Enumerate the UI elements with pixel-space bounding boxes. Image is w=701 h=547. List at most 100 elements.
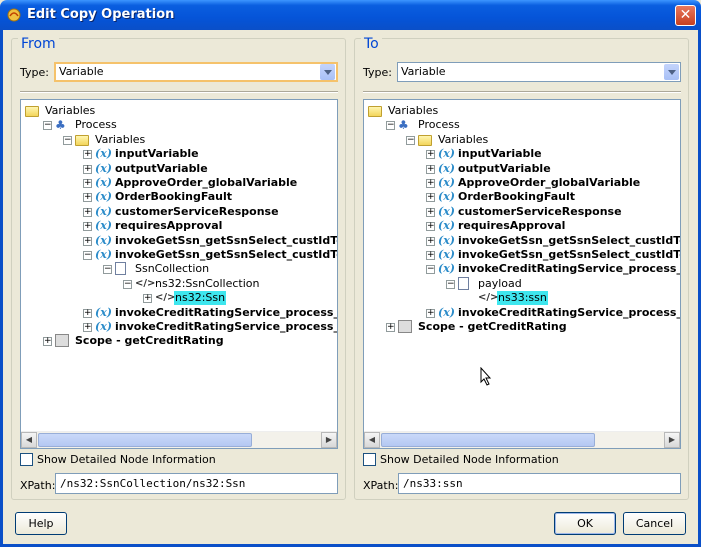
tree-node[interactable]: (x)invokeGetSsn_getSsnSelect_custIdToGet (438, 248, 680, 262)
tree-node-label: invokeGetSsn_getSsnSelect_custIdToGet (458, 248, 680, 261)
tree-node[interactable]: </>ns32:SsnCollection (135, 277, 261, 291)
tree-node[interactable]: Scope - getCreditRating (55, 334, 225, 348)
expand-icon[interactable]: + (386, 323, 395, 332)
expand-icon[interactable]: + (426, 308, 435, 318)
expand-icon[interactable]: + (83, 164, 92, 174)
variable-icon: (x) (438, 161, 455, 175)
collapse-icon[interactable]: − (426, 265, 435, 275)
tree-node[interactable]: ♣ Process (398, 118, 461, 132)
scroll-right-icon[interactable]: ▶ (321, 432, 337, 448)
variable-icon: (x) (95, 190, 112, 204)
expand-icon[interactable]: + (83, 308, 92, 318)
chevron-down-icon[interactable] (664, 64, 679, 80)
from-scroll-thumb[interactable] (38, 433, 252, 447)
from-show-detail-checkbox[interactable] (20, 453, 33, 466)
tree-node[interactable]: (x) requiresApproval (438, 219, 566, 233)
tree-node-label: Scope - getCreditRating (75, 334, 224, 348)
tree-node-label: Process (75, 118, 117, 132)
tree-node[interactable]: (x)invokeGetSsn_getSsnSelect_custIdToGet (95, 248, 337, 262)
tree-node[interactable]: (x)invokeCreditRatingService_process_Out… (95, 320, 337, 334)
tree-node[interactable]: </>ns33:ssn (478, 291, 548, 306)
expand-icon[interactable]: + (83, 236, 92, 246)
tree-node[interactable]: (x) customerServiceResponse (438, 205, 623, 219)
tree-node[interactable]: Variables (368, 104, 439, 118)
collapse-icon[interactable]: − (103, 265, 112, 275)
tree-node-label: ApproveOrder_globalVariable (458, 176, 641, 189)
to-scroll-thumb[interactable] (381, 433, 595, 447)
expand-icon[interactable]: + (426, 222, 435, 232)
tree-node-label: customerServiceResponse (115, 204, 279, 218)
tree-node[interactable]: (x)invokeCreditRatingService_process_Inp… (438, 262, 680, 276)
scroll-left-icon[interactable]: ◀ (21, 432, 37, 448)
expand-icon[interactable]: + (143, 294, 152, 304)
tree-node[interactable]: (x)invokeCreditRatingService_process_Out… (438, 305, 680, 320)
expand-icon[interactable]: + (426, 179, 435, 188)
expand-icon[interactable]: + (83, 150, 92, 160)
help-button[interactable]: Help (15, 512, 67, 535)
from-horizontal-scrollbar[interactable]: ◀ ▶ (21, 431, 337, 448)
tree-node[interactable]: ♣ Process (55, 118, 118, 132)
tree-node[interactable]: payload (458, 276, 523, 291)
tree-node-label: invokeCreditRatingService_process_Output (458, 305, 680, 319)
from-xpath-field[interactable]: /ns32:SsnCollection/ns32:Ssn (55, 473, 338, 494)
collapse-icon[interactable]: − (446, 279, 455, 289)
variable-icon: (x) (438, 204, 455, 218)
tree-node-label: Scope - getCreditRating (418, 320, 567, 333)
from-type-select[interactable]: Variable (54, 62, 338, 82)
variable-icon: (x) (438, 190, 455, 204)
expand-icon[interactable]: + (43, 337, 52, 347)
to-xpath-field[interactable]: /ns33:ssn (398, 473, 681, 494)
tree-node[interactable]: (x) outputVariable (438, 162, 552, 176)
chevron-down-icon[interactable] (320, 64, 335, 80)
variable-icon: (x) (438, 147, 455, 161)
expand-icon[interactable]: + (83, 179, 92, 188)
expand-icon[interactable]: + (426, 164, 435, 174)
ok-button[interactable]: OK (554, 512, 616, 535)
to-show-detail-checkbox[interactable] (363, 453, 376, 466)
tree-node[interactable]: Variables (75, 133, 146, 147)
expand-icon[interactable]: + (83, 323, 92, 332)
expand-icon[interactable]: + (426, 251, 435, 260)
tree-node[interactable]: (x) customerServiceResponse (95, 205, 280, 219)
collapse-icon[interactable]: − (123, 279, 132, 289)
expand-icon[interactable]: + (83, 193, 92, 203)
expand-icon[interactable]: + (426, 207, 435, 217)
collapse-icon[interactable]: − (43, 121, 52, 131)
expand-icon[interactable]: + (83, 207, 92, 217)
tree-node[interactable]: Scope - getCreditRating (398, 320, 568, 334)
tree-node-label: invokeCreditRatingService_process_Output (115, 320, 337, 333)
scope-icon (55, 334, 71, 348)
tree-node[interactable]: Variables (25, 104, 96, 118)
to-type-select[interactable]: Variable (397, 62, 681, 82)
close-button[interactable]: ✕ (675, 5, 696, 26)
tree-node[interactable]: SsnCollection (115, 262, 210, 276)
tree-node[interactable]: (x) inputVariable (95, 147, 200, 161)
tree-node[interactable]: </>ns32:Ssn (155, 291, 227, 306)
folder-icon (25, 104, 41, 118)
scroll-left-icon[interactable]: ◀ (364, 432, 380, 448)
tree-node[interactable]: (x) outputVariable (95, 162, 209, 176)
tree-node[interactable]: (x) OrderBookingFault (438, 190, 576, 204)
tree-node[interactable]: (x) requiresApproval (95, 219, 223, 233)
expand-icon[interactable]: + (426, 236, 435, 246)
tree-node[interactable]: (x) ApproveOrder_globalVariable (438, 176, 641, 190)
tree-node[interactable]: (x) inputVariable (438, 147, 543, 161)
tree-node[interactable]: (x) ApproveOrder_globalVariable (95, 176, 298, 190)
collapse-icon[interactable]: − (63, 135, 72, 145)
to-horizontal-scrollbar[interactable]: ◀ ▶ (364, 431, 680, 448)
to-tree[interactable]: ◀ ▶ Variables − ♣ Process − Variables + (x) inpu… (363, 99, 681, 449)
cancel-button[interactable]: Cancel (623, 512, 686, 535)
expand-icon[interactable]: + (83, 222, 92, 232)
collapse-icon[interactable]: − (406, 135, 415, 145)
tree-node[interactable]: (x)invokeCreditRatingService_process_Inp… (95, 306, 337, 320)
tree-node[interactable]: (x) OrderBookingFault (95, 190, 233, 204)
tree-node[interactable]: Variables (418, 133, 489, 147)
collapse-icon[interactable]: − (83, 251, 92, 260)
collapse-icon[interactable]: − (386, 121, 395, 131)
expand-icon[interactable]: + (426, 150, 435, 160)
expand-icon[interactable]: + (426, 193, 435, 203)
from-tree[interactable]: ◀ ▶ Variables − ♣ Process − Variables + (x) inpu… (20, 99, 338, 449)
tree-node[interactable]: (x)invokeGetSsn_getSsnSelect_custIdToGet (438, 234, 680, 248)
tree-node[interactable]: (x)invokeGetSsn_getSsnSelect_custIdToGet (95, 234, 337, 248)
scroll-right-icon[interactable]: ▶ (664, 432, 680, 448)
